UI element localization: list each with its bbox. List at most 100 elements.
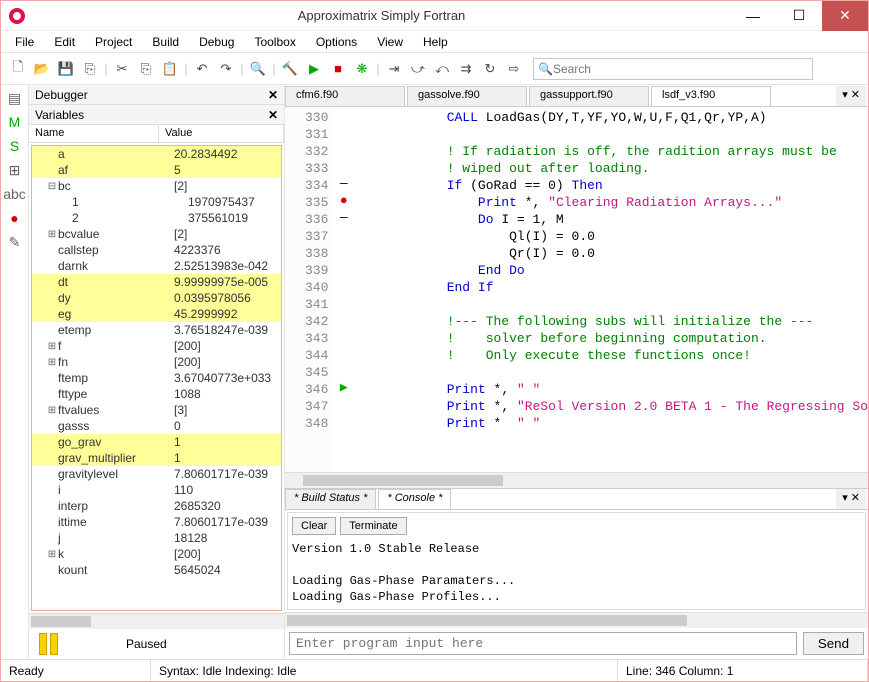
var-row[interactable]: go_grav1 — [32, 434, 281, 450]
scrollbar[interactable] — [285, 612, 868, 628]
editor-tab[interactable]: lsdf_v3.f90 — [651, 86, 771, 106]
separator: | — [271, 58, 277, 80]
abc-icon[interactable]: abc — [6, 185, 24, 203]
paste-icon[interactable]: 📋 — [159, 58, 181, 80]
titlebar: Approximatrix Simply Fortran — ☐ ✕ — [1, 1, 868, 31]
close-icon[interactable]: ✕ — [268, 108, 278, 122]
restart-icon[interactable]: ↻ — [479, 58, 501, 80]
console-input[interactable] — [289, 632, 797, 655]
undo-icon[interactable]: ↶ — [191, 58, 213, 80]
step-into-icon[interactable]: ⇥ — [383, 58, 405, 80]
menu-project[interactable]: Project — [87, 33, 140, 51]
var-row[interactable]: darnk2.52513983e-042 — [32, 258, 281, 274]
var-row[interactable]: i110 — [32, 482, 281, 498]
var-row[interactable]: j18128 — [32, 530, 281, 546]
var-row[interactable]: grav_multiplier1 — [32, 450, 281, 466]
line-gutter[interactable]: 3303313323333343353363373383393403413423… — [285, 107, 334, 472]
close-button[interactable]: ✕ — [822, 1, 868, 31]
new-icon[interactable]: 🗋 — [7, 58, 29, 80]
break-icon[interactable]: ● — [6, 209, 24, 227]
var-row[interactable]: 2375561019 — [32, 210, 281, 226]
col-value[interactable]: Value — [159, 125, 284, 142]
stop-icon[interactable]: ■ — [327, 58, 349, 80]
scrollbar[interactable] — [29, 613, 284, 629]
bottom-tabs: * Build Status ** Console * ▾ ✕ — [285, 488, 868, 510]
var-row[interactable]: dy0.0395978056 — [32, 290, 281, 306]
menu-debug[interactable]: Debug — [191, 33, 242, 51]
subs-icon[interactable]: S — [6, 137, 24, 155]
var-row[interactable]: eg45.2999992 — [32, 306, 281, 322]
code-editor[interactable]: 3303313323333343353363373383393403413423… — [285, 107, 868, 472]
left-panel: Debugger ✕ Variables ✕ Name Value a20.28… — [29, 85, 285, 659]
clear-button[interactable]: Clear — [292, 517, 336, 535]
console-input-row: Send — [285, 628, 868, 659]
goto-icon[interactable]: ⇨ — [503, 58, 525, 80]
var-row[interactable]: etemp3.76518247e-039 — [32, 322, 281, 338]
debug-icon[interactable]: ❋ — [351, 58, 373, 80]
var-row[interactable]: callstep4223376 — [32, 242, 281, 258]
project-icon[interactable]: ▤ — [6, 89, 24, 107]
var-row[interactable]: fttype1088 — [32, 386, 281, 402]
close-icon[interactable]: ✕ — [268, 88, 278, 102]
minimize-button[interactable]: — — [730, 1, 776, 31]
step-over-icon[interactable]: ⤻ — [407, 58, 429, 80]
var-row[interactable]: a20.2834492 — [32, 146, 281, 162]
modules-icon[interactable]: M — [6, 113, 24, 131]
build-icon[interactable]: 🔨 — [279, 58, 301, 80]
tab-menu[interactable]: ▾ ✕ — [836, 86, 866, 106]
var-row[interactable]: ⊞ftvalues[3] — [32, 402, 281, 418]
save-all-icon[interactable]: ⎘ — [79, 58, 101, 80]
files-icon[interactable]: ⊞ — [6, 161, 24, 179]
code-area[interactable]: CALL LoadGas(DY,T,YF,YO,W,U,F,Q1,Qr,YP,A… — [353, 107, 868, 472]
menu-edit[interactable]: Edit — [46, 33, 83, 51]
var-row[interactable]: kount5645024 — [32, 562, 281, 578]
menu-build[interactable]: Build — [144, 33, 187, 51]
var-row[interactable]: ftemp3.67040773e+033 — [32, 370, 281, 386]
col-name[interactable]: Name — [29, 125, 159, 142]
var-row[interactable]: 11970975437 — [32, 194, 281, 210]
var-row[interactable]: dt9.99999975e-005 — [32, 274, 281, 290]
bottom-tab[interactable]: * Build Status * — [285, 489, 376, 509]
run-icon[interactable]: ▶ — [303, 58, 325, 80]
editor-tab[interactable]: gassupport.f90 — [529, 86, 649, 106]
menu-toolbox[interactable]: Toolbox — [246, 33, 303, 51]
var-row[interactable]: ⊞f[200] — [32, 338, 281, 354]
separator: | — [375, 58, 381, 80]
save-icon[interactable]: 💾 — [55, 58, 77, 80]
bottom-tab-menu[interactable]: ▾ ✕ — [836, 489, 866, 509]
editor-tab[interactable]: gassolve.f90 — [407, 86, 527, 106]
var-row[interactable]: ⊞fn[200] — [32, 354, 281, 370]
find-icon[interactable]: 🔍 — [247, 58, 269, 80]
cut-icon[interactable]: ✂ — [111, 58, 133, 80]
status-position: Line: 346 Column: 1 — [618, 660, 868, 681]
separator: | — [183, 58, 189, 80]
send-button[interactable]: Send — [803, 632, 864, 655]
marker-gutter[interactable]: —●— ▶ — [334, 107, 353, 472]
redo-icon[interactable]: ↷ — [215, 58, 237, 80]
var-row[interactable]: interp2685320 — [32, 498, 281, 514]
search-box[interactable]: 🔍 — [533, 58, 813, 80]
bottom-tab[interactable]: * Console * — [378, 489, 451, 509]
maximize-button[interactable]: ☐ — [776, 1, 822, 31]
menu-help[interactable]: Help — [415, 33, 456, 51]
scrollbar[interactable] — [285, 472, 868, 488]
var-row[interactable]: ⊞k[200] — [32, 546, 281, 562]
var-row[interactable]: ittime7.80601717e-039 — [32, 514, 281, 530]
var-row[interactable]: gravitylevel7.80601717e-039 — [32, 466, 281, 482]
tools-icon[interactable]: ✎ — [6, 233, 24, 251]
copy-icon[interactable]: ⎘ — [135, 58, 157, 80]
menu-options[interactable]: Options — [308, 33, 365, 51]
continue-icon[interactable]: ⇉ — [455, 58, 477, 80]
variable-tree[interactable]: a20.2834492 af5⊟bc[2] 11970975437 237556… — [31, 145, 282, 611]
editor-tab[interactable]: cfm6.f90 — [285, 86, 405, 106]
var-row[interactable]: af5 — [32, 162, 281, 178]
open-icon[interactable]: 📂 — [31, 58, 53, 80]
var-row[interactable]: ⊞bcvalue[2] — [32, 226, 281, 242]
menu-file[interactable]: File — [7, 33, 42, 51]
var-row[interactable]: gasss0 — [32, 418, 281, 434]
var-row[interactable]: ⊟bc[2] — [32, 178, 281, 194]
menu-view[interactable]: View — [369, 33, 411, 51]
step-out-icon[interactable]: ⤺ — [431, 58, 453, 80]
terminate-button[interactable]: Terminate — [340, 517, 406, 535]
search-input[interactable] — [553, 62, 808, 76]
